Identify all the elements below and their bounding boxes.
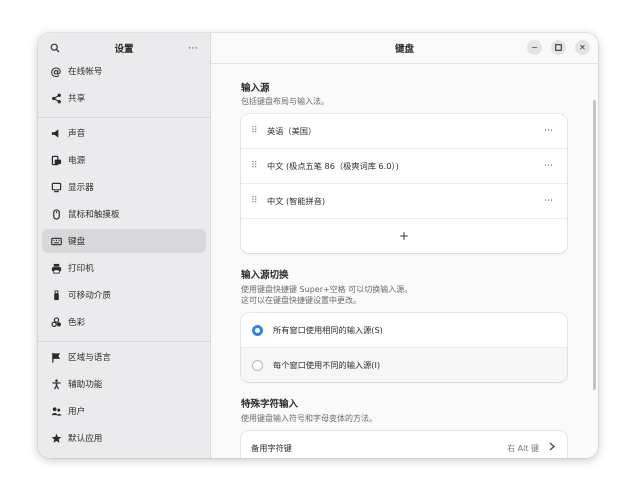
flag-icon [50, 351, 62, 363]
more-options-icon[interactable]: ⋯ [544, 161, 553, 171]
sidebar-item-removable-media[interactable]: 可移动介质 [42, 283, 206, 307]
input-sources-card: ⠿ 英语（美国） ⋯ ⠿ 中文 (极点五笔 86（极爽词库 6.0）) ⋯ ⠿ … [241, 114, 567, 253]
sidebar-item-online-accounts[interactable]: @ 在线帐号 [42, 63, 206, 83]
sidebar-item-label: 用户 [68, 407, 86, 417]
main-panel: 键盘 − ✕ 输入源 包括键盘布局与输入法。 ⠿ 英语（美国） ⋯ ⠿ 中文 (… [211, 33, 598, 458]
more-options-icon[interactable]: ⋯ [544, 126, 553, 136]
sidebar-item-accessibility[interactable]: 辅助功能 [42, 372, 206, 396]
special-chars-card: 备用字符键 右 Alt 键 [241, 431, 567, 458]
close-icon[interactable]: ✕ [575, 40, 590, 55]
keyboard-icon [50, 235, 62, 247]
sidebar-item-keyboard[interactable]: 键盘 [42, 229, 206, 253]
sidebar-item-color[interactable]: 色彩 [42, 310, 206, 334]
sidebar-item-displays[interactable]: 显示器 [42, 175, 206, 199]
speaker-icon [50, 127, 62, 139]
input-source-label: 中文 (极点五笔 86（极爽词库 6.0）) [267, 161, 399, 171]
window-controls: − ✕ [527, 40, 590, 55]
sidebar-item-label: 声音 [68, 129, 86, 139]
sidebar-item-label: 色彩 [68, 318, 86, 328]
sidebar-divider [38, 117, 210, 118]
alternate-char-key-label: 备用字符键 [251, 443, 292, 453]
input-sources-title: 输入源 [241, 83, 270, 94]
switching-desc-line2: 这可以在键盘快捷键设置中更改。 [241, 296, 361, 305]
at-icon: @ [50, 64, 62, 78]
sidebar: 设置 ⋯ @ 在线帐号 共享 声音 电源 显示器 鼠标和触摸板 键盘 打印机 可… [38, 33, 211, 458]
sidebar-item-label: 共享 [68, 94, 86, 104]
sidebar-item-sharing[interactable]: 共享 [42, 86, 206, 110]
add-input-source-button[interactable]: + [241, 219, 567, 253]
add-icon: + [398, 229, 410, 243]
radio-same-source[interactable] [252, 324, 263, 336]
share-icon [50, 92, 62, 104]
radio-row-same-source[interactable]: 所有窗口使用相同的输入源(S) [241, 313, 567, 348]
input-source-label: 中文 (智能拼音) [267, 196, 326, 206]
alternate-char-key-row[interactable]: 备用字符键 右 Alt 键 [241, 431, 567, 458]
sidebar-item-label: 打印机 [68, 264, 94, 274]
sidebar-list: @ 在线帐号 共享 声音 电源 显示器 鼠标和触摸板 键盘 打印机 可移动介质 … [38, 63, 210, 458]
sidebar-divider [38, 341, 210, 342]
sidebar-item-label: 辅助功能 [68, 380, 103, 390]
input-sources-desc: 包括键盘布局与输入法。 [241, 97, 329, 106]
more-options-icon[interactable]: ⋯ [544, 196, 553, 206]
minimize-icon[interactable]: − [527, 40, 542, 55]
drag-handle-icon[interactable]: ⠿ [251, 197, 259, 206]
sidebar-item-label: 显示器 [68, 183, 94, 193]
star-icon [50, 432, 62, 444]
drag-handle-icon[interactable]: ⠿ [251, 162, 259, 171]
special-chars-title: 特殊字符输入 [241, 399, 299, 410]
radio-different-source[interactable] [252, 359, 263, 371]
sidebar-item-users[interactable]: 用户 [42, 399, 206, 423]
more-menu-icon[interactable]: ⋯ [184, 39, 202, 57]
radio-label: 所有窗口使用相同的输入源(S) [273, 325, 383, 335]
sidebar-item-label: 区域与语言 [68, 353, 111, 363]
sidebar-item-mouse-touchpad[interactable]: 鼠标和触摸板 [42, 202, 206, 226]
search-icon[interactable] [46, 39, 64, 57]
sidebar-item-default-apps[interactable]: 默认应用 [42, 426, 206, 450]
input-source-row[interactable]: ⠿ 中文 (智能拼音) ⋯ [241, 184, 567, 219]
switching-desc-line1: 使用键盘快捷键 Super+空格 可以切换输入源。 [241, 285, 413, 294]
power-icon [50, 154, 62, 166]
drag-handle-icon[interactable]: ⠿ [251, 127, 259, 136]
sidebar-item-label: 电源 [68, 156, 86, 166]
display-icon [50, 181, 62, 193]
accessibility-icon [50, 378, 62, 390]
sidebar-item-region-language[interactable]: 区域与语言 [42, 345, 206, 369]
input-source-row[interactable]: ⠿ 中文 (极点五笔 86（极爽词库 6.0）) ⋯ [241, 149, 567, 184]
radio-label: 每个窗口使用不同的输入源(I) [273, 360, 381, 370]
radio-row-different-source[interactable]: 每个窗口使用不同的输入源(I) [241, 348, 567, 382]
users-icon [50, 405, 62, 417]
chevron-right-icon [549, 442, 555, 454]
sidebar-item-label: 可移动介质 [68, 291, 111, 301]
palette-icon [50, 316, 62, 328]
usb-icon [50, 289, 62, 301]
sidebar-item-label: 键盘 [68, 237, 86, 247]
sidebar-item-sound[interactable]: 声音 [42, 121, 206, 145]
input-source-label: 英语（美国） [267, 126, 317, 136]
switching-title: 输入源切换 [241, 270, 289, 281]
sidebar-item-label: 鼠标和触摸板 [68, 210, 120, 220]
maximize-icon[interactable] [551, 40, 566, 55]
scrollbar[interactable] [593, 100, 596, 390]
page-title: 键盘 [394, 44, 414, 55]
switching-card: 所有窗口使用相同的输入源(S) 每个窗口使用不同的输入源(I) [241, 313, 567, 382]
alternate-char-key-value: 右 Alt 键 [507, 443, 539, 453]
sidebar-item-printers[interactable]: 打印机 [42, 256, 206, 280]
special-chars-desc: 使用键盘输入符号和字母变体的方法。 [241, 414, 377, 423]
keyboard-settings-content: 输入源 包括键盘布局与输入法。 ⠿ 英语（美国） ⋯ ⠿ 中文 (极点五笔 86… [211, 64, 598, 458]
sidebar-header: 设置 ⋯ [38, 33, 210, 63]
mouse-icon [50, 208, 62, 220]
settings-window: 设置 ⋯ @ 在线帐号 共享 声音 电源 显示器 鼠标和触摸板 键盘 打印机 可… [38, 33, 598, 458]
printer-icon [50, 262, 62, 274]
input-source-row[interactable]: ⠿ 英语（美国） ⋯ [241, 114, 567, 149]
sidebar-item-label: 在线帐号 [68, 67, 103, 77]
sidebar-item-power[interactable]: 电源 [42, 148, 206, 172]
main-header: 键盘 − ✕ [211, 33, 598, 64]
sidebar-item-label: 默认应用 [68, 434, 103, 444]
